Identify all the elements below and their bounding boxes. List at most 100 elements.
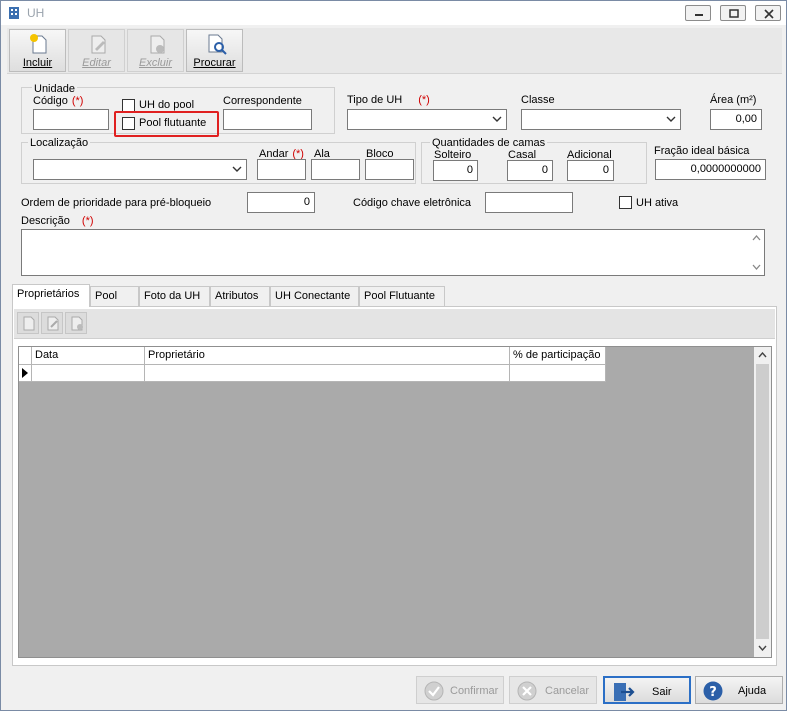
chevron-down-icon	[666, 116, 676, 122]
fracao-label: Fração ideal básica	[654, 145, 750, 157]
editar-button[interactable]: Editar	[68, 29, 125, 72]
table-row-cell-participacao[interactable]	[510, 365, 606, 382]
descricao-textarea[interactable]	[21, 229, 765, 276]
andar-input[interactable]	[257, 159, 306, 180]
row-pointer-icon	[22, 368, 28, 378]
procurar-button[interactable]: Procurar	[186, 29, 243, 72]
building-icon	[9, 7, 19, 19]
tab-foto-da-uh[interactable]: Foto da UH	[139, 286, 210, 306]
codigo-chave-input[interactable]	[485, 192, 573, 213]
column-header-participacao[interactable]: % de participação	[510, 347, 606, 365]
delete-row-icon	[71, 316, 83, 331]
fracao-input[interactable]: 0,0000000000	[655, 159, 766, 180]
row-indicator	[19, 365, 32, 382]
classe-label: Classe	[521, 94, 555, 106]
tab-uh-conectante[interactable]: UH Conectante	[270, 286, 359, 306]
minimize-icon	[695, 14, 703, 16]
editar-label: Editar	[82, 57, 111, 69]
procurar-label: Procurar	[193, 57, 236, 69]
toolbar: Incluir Editar Excluir Procurar	[7, 28, 782, 74]
cancel-circle-icon	[517, 681, 537, 701]
svg-text:?: ?	[709, 685, 717, 700]
tab-pool-flutuante[interactable]: Pool Flutuante	[359, 286, 445, 306]
title-bar: UH	[1, 1, 786, 25]
localizacao-select[interactable]	[33, 159, 247, 180]
confirmar-button[interactable]: Confirmar	[416, 676, 504, 704]
delete-document-icon	[150, 35, 165, 54]
uh-window: UH Incluir Editar Excluir Procurar Unida…	[0, 0, 787, 711]
correspondente-label: Correspondente	[223, 95, 302, 107]
scroll-down-icon[interactable]	[752, 264, 761, 270]
table-row-cell-proprietario[interactable]	[145, 365, 510, 382]
maximize-icon	[729, 9, 739, 18]
ala-input[interactable]	[311, 159, 360, 180]
tipo-uh-select[interactable]	[347, 109, 507, 130]
ajuda-button[interactable]: ? Ajuda	[695, 676, 783, 704]
grid-delete-button[interactable]	[65, 312, 87, 334]
grid-corner	[19, 347, 32, 365]
search-document-icon	[208, 34, 227, 55]
window-title: UH	[27, 6, 45, 20]
classe-select[interactable]	[521, 109, 681, 130]
grid-add-button[interactable]	[17, 312, 39, 334]
area-input[interactable]: 0,00	[710, 109, 762, 130]
localizacao-label: Localização	[28, 137, 91, 149]
bloco-input[interactable]	[365, 159, 414, 180]
incluir-button[interactable]: Incluir	[9, 29, 66, 72]
ajuda-label: Ajuda	[738, 685, 767, 697]
cancelar-label: Cancelar	[545, 685, 590, 697]
codigo-input[interactable]	[33, 109, 109, 130]
new-document-icon	[30, 34, 47, 54]
proprietarios-grid[interactable]: Data Proprietário % de participação	[18, 346, 772, 658]
grid-vertical-scrollbar[interactable]	[754, 347, 771, 657]
tipo-uh-label: Tipo de UH (*)	[347, 94, 430, 106]
uh-ativa-label: UH ativa	[636, 197, 679, 209]
codigo-label: Código (*)	[33, 95, 84, 107]
exit-door-icon	[614, 683, 635, 701]
correspondente-input[interactable]	[223, 109, 312, 130]
uh-do-pool-label: UH do pool	[139, 99, 195, 111]
confirmar-label: Confirmar	[450, 685, 499, 697]
sair-label: Sair	[652, 686, 672, 698]
ordem-label: Ordem de prioridade para pré-bloqueio	[21, 197, 212, 209]
codigo-chave-label: Código chave eletrônica	[353, 197, 472, 209]
descricao-label: Descrição (*)	[21, 215, 94, 227]
scroll-up-icon[interactable]	[758, 352, 767, 358]
chevron-down-icon	[492, 116, 502, 122]
maximize-button[interactable]	[720, 5, 746, 21]
incluir-label: Incluir	[22, 57, 53, 69]
scroll-up-icon[interactable]	[752, 235, 761, 241]
scrollbar-thumb[interactable]	[756, 364, 769, 639]
ordem-input[interactable]: 0	[247, 192, 315, 213]
cancelar-button[interactable]: Cancelar	[509, 676, 597, 704]
scroll-down-icon[interactable]	[758, 645, 767, 651]
pool-flutuante-checkbox[interactable]	[122, 117, 135, 130]
area-label: Área (m²)	[710, 94, 757, 106]
tab-atributos[interactable]: Atributos	[210, 286, 270, 306]
excluir-button[interactable]: Excluir	[127, 29, 184, 72]
sair-button[interactable]: Sair	[603, 676, 691, 704]
uh-ativa-checkbox[interactable]	[619, 196, 632, 209]
add-row-icon	[23, 316, 35, 331]
tab-proprietarios[interactable]: Proprietários	[12, 284, 90, 307]
check-circle-icon	[424, 681, 444, 701]
edit-row-icon	[47, 316, 59, 331]
close-button[interactable]	[755, 5, 781, 21]
column-header-proprietario[interactable]: Proprietário	[145, 347, 510, 365]
edit-document-icon	[91, 35, 106, 54]
help-icon: ?	[703, 681, 723, 701]
grid-edit-button[interactable]	[41, 312, 63, 334]
excluir-label: Excluir	[138, 57, 172, 69]
tab-pool[interactable]: Pool	[90, 286, 139, 306]
pool-flutuante-label: Pool flutuante	[139, 117, 207, 129]
unidade-label: Unidade	[32, 83, 77, 95]
minimize-button[interactable]	[685, 5, 711, 21]
close-icon	[764, 9, 774, 19]
table-row-cell-data[interactable]	[32, 365, 145, 382]
camas-label: Quantidades de camas	[430, 137, 548, 149]
column-header-data[interactable]: Data	[32, 347, 145, 365]
solteiro-input[interactable]: 0	[433, 160, 478, 181]
casal-input[interactable]: 0	[507, 160, 553, 181]
adicional-input[interactable]: 0	[567, 160, 614, 181]
grid-toolbar	[14, 309, 775, 339]
